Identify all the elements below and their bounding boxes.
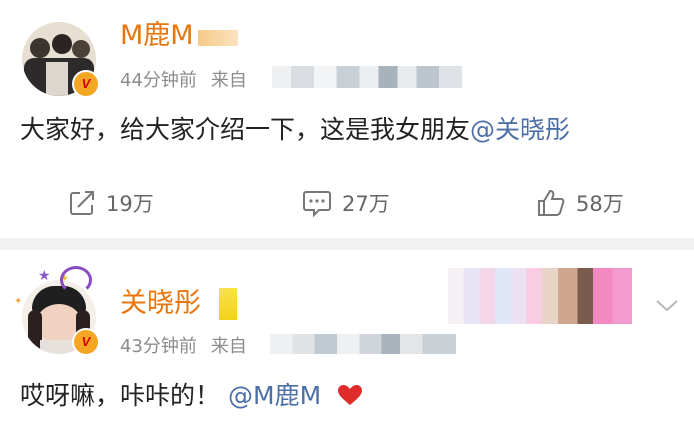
comment-icon — [303, 191, 331, 217]
post-content: 大家好，给大家介绍一下，这是我女朋友@关晓彤 — [20, 114, 570, 146]
author-name[interactable]: 关晓彤 — [120, 288, 201, 320]
post-time: 44分钟前 — [120, 70, 197, 91]
thumbs-up-icon — [538, 189, 565, 216]
repost-button[interactable]: 19万 — [68, 188, 154, 218]
source-label: 来自 — [210, 70, 247, 91]
post-content: 哎呀嘛，咔咔的！ @M鹿M — [20, 380, 363, 412]
like-button[interactable]: 58万 — [536, 188, 624, 218]
source-label: 来自 — [210, 336, 247, 357]
post-meta: 44分钟前 来自 — [120, 70, 261, 92]
heart-icon — [338, 385, 363, 405]
redacted-source — [272, 66, 462, 88]
author-name[interactable]: M鹿M — [120, 20, 194, 52]
mention-link[interactable]: @M鹿M — [228, 381, 321, 410]
post-meta: 43分钟前 来自 — [120, 336, 261, 358]
comment-button[interactable]: 27万 — [302, 188, 390, 218]
divider — [0, 238, 694, 250]
chevron-down-icon[interactable] — [654, 298, 680, 314]
redacted-name-suffix — [219, 288, 237, 320]
share-icon — [70, 191, 94, 215]
post-text: 大家好，给大家介绍一下，这是我女朋友 — [20, 115, 471, 144]
comment-count: 27万 — [342, 192, 390, 216]
avatar[interactable]: V — [22, 22, 100, 98]
redacted-source — [270, 334, 456, 354]
like-count: 58万 — [576, 192, 624, 216]
verified-badge-icon: V — [72, 328, 100, 356]
post-time: 43分钟前 — [120, 336, 197, 357]
headband-decoration — [60, 266, 92, 294]
post-text: 哎呀嘛，咔咔的！ — [20, 381, 221, 410]
repost-count: 19万 — [106, 192, 154, 216]
redacted-name-suffix — [198, 30, 238, 46]
redacted-sticker — [448, 268, 644, 324]
verified-badge-icon: V — [72, 70, 100, 98]
mention-link[interactable]: @关晓彤 — [470, 115, 570, 144]
post-card: ★ ✦ ✦ V 关晓彤 43分钟前 来自 哎呀嘛，咔咔的！ @M鹿M — [0, 250, 694, 429]
avatar[interactable]: V — [22, 266, 100, 356]
post-card: V M鹿M 44分钟前 来自 大家好，给大家介绍一下，这是我女朋友@关晓彤 19万… — [0, 0, 694, 238]
